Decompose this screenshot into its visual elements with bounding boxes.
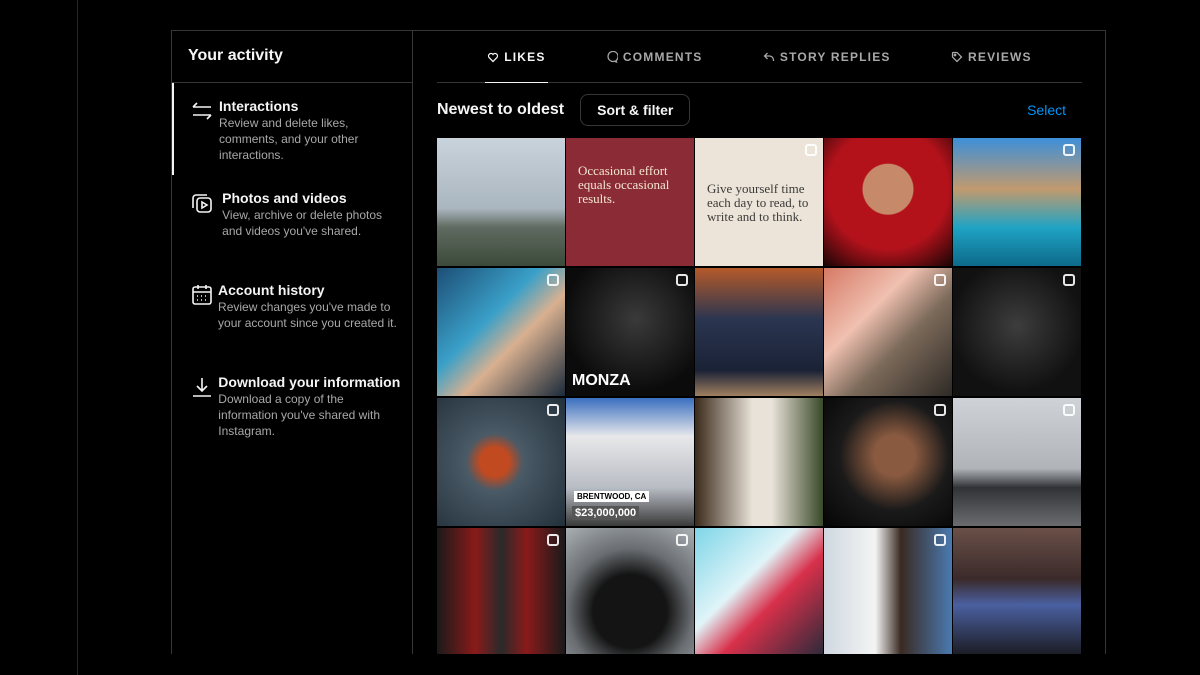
liked-post[interactable]: [824, 138, 952, 266]
comment-icon: [606, 51, 618, 63]
calendar-icon: [190, 281, 218, 359]
liked-post[interactable]: [953, 398, 1081, 526]
sidebar-item-label: Photos and videos: [222, 190, 347, 206]
sort-order-label: Newest to oldest: [437, 101, 565, 118]
post-quote-text: Occasional effort equals occasional resu…: [578, 163, 670, 206]
tab-label: STORY REPLIES: [779, 50, 891, 64]
liked-post[interactable]: [953, 528, 1081, 654]
liked-post[interactable]: Occasional effort equals occasional resu…: [566, 138, 694, 266]
tab-story-replies[interactable]: STORY REPLIES: [761, 31, 893, 83]
sidebar-item-label: Interactions: [219, 98, 299, 114]
arrows-swap-icon: [190, 97, 219, 175]
page-divider: [77, 0, 78, 675]
liked-post[interactable]: [824, 268, 952, 396]
liked-post[interactable]: [695, 528, 823, 654]
download-icon: [190, 373, 218, 451]
liked-post[interactable]: [695, 398, 823, 526]
sidebar-item-description: Review changes you've made to your accou…: [218, 300, 397, 330]
liked-post[interactable]: [695, 268, 823, 396]
liked-post[interactable]: [824, 398, 952, 526]
carousel-icon: [1063, 404, 1075, 416]
carousel-icon: [547, 404, 559, 416]
liked-post[interactable]: [437, 528, 565, 654]
carousel-icon: [676, 534, 688, 546]
select-link[interactable]: Select: [1027, 102, 1066, 118]
tab-label: COMMENTS: [622, 50, 703, 64]
post-caption-text: $23,000,000: [572, 506, 640, 520]
carousel-icon: [1063, 274, 1075, 286]
tab-label: LIKES: [504, 49, 546, 64]
liked-post[interactable]: [953, 268, 1081, 396]
tag-icon: [951, 51, 963, 63]
post-location-text: BRENTWOOD, CA: [574, 491, 650, 502]
reply-icon: [763, 51, 775, 63]
your-activity-panel: Your activity Interactions Review and del…: [171, 30, 1106, 654]
carousel-icon: [1063, 144, 1075, 156]
carousel-icon: [934, 404, 946, 416]
photos-videos-icon: [190, 189, 222, 267]
sidebar-item-interactions[interactable]: Interactions Review and delete likes, com…: [172, 83, 412, 175]
carousel-icon: [676, 274, 688, 286]
tab-likes[interactable]: LIKES: [485, 31, 548, 83]
sidebar-item-account-history[interactable]: Account history Review changes you've mad…: [172, 267, 412, 359]
carousel-icon: [805, 144, 817, 156]
carousel-icon: [547, 274, 559, 286]
toolbar: Newest to oldest Sort & filter Select: [437, 83, 1082, 137]
liked-post[interactable]: [437, 398, 565, 526]
liked-post[interactable]: [437, 138, 565, 266]
sidebar-item-download-your-information[interactable]: Download your information Download a copy…: [172, 359, 412, 451]
liked-posts-grid: Occasional effort equals occasional resu…: [437, 138, 1082, 654]
post-quote-text: Give yourself time each day to read, to …: [707, 181, 809, 224]
liked-post[interactable]: [824, 528, 952, 654]
activity-tabs: LIKES COMMENTS STORY REPLIES REVIEWS: [437, 31, 1082, 83]
sidebar-item-label: Download your information: [218, 374, 401, 390]
activity-sidebar: Your activity Interactions Review and del…: [172, 31, 413, 654]
liked-post[interactable]: MONZA: [566, 268, 694, 396]
sort-filter-button[interactable]: Sort & filter: [580, 94, 691, 126]
sidebar-item-label: Account history: [218, 282, 325, 298]
tab-reviews[interactable]: REVIEWS: [949, 31, 1034, 83]
liked-post[interactable]: [953, 138, 1081, 266]
carousel-icon: [934, 534, 946, 546]
sidebar-item-description: Review and delete likes, comments, and y…: [219, 116, 359, 162]
carousel-icon: [934, 274, 946, 286]
liked-post[interactable]: BRENTWOOD, CA $23,000,000: [566, 398, 694, 526]
sidebar-item-description: Download a copy of the information you'v…: [218, 392, 381, 438]
post-caption-text: MONZA: [572, 372, 631, 389]
sidebar-title: Your activity: [172, 31, 412, 83]
activity-main: LIKES COMMENTS STORY REPLIES REVIEWS Newest…: [437, 31, 1082, 654]
carousel-icon: [547, 534, 559, 546]
liked-post[interactable]: [437, 268, 565, 396]
tab-label: REVIEWS: [968, 50, 1032, 64]
sidebar-item-description: View, archive or delete photos and video…: [222, 208, 383, 238]
tab-comments[interactable]: COMMENTS: [604, 31, 705, 83]
heart-icon: [487, 51, 499, 63]
liked-post[interactable]: [566, 528, 694, 654]
sidebar-item-photos-and-videos[interactable]: Photos and videos View, archive or delete…: [172, 175, 412, 267]
liked-post[interactable]: Give yourself time each day to read, to …: [695, 138, 823, 266]
